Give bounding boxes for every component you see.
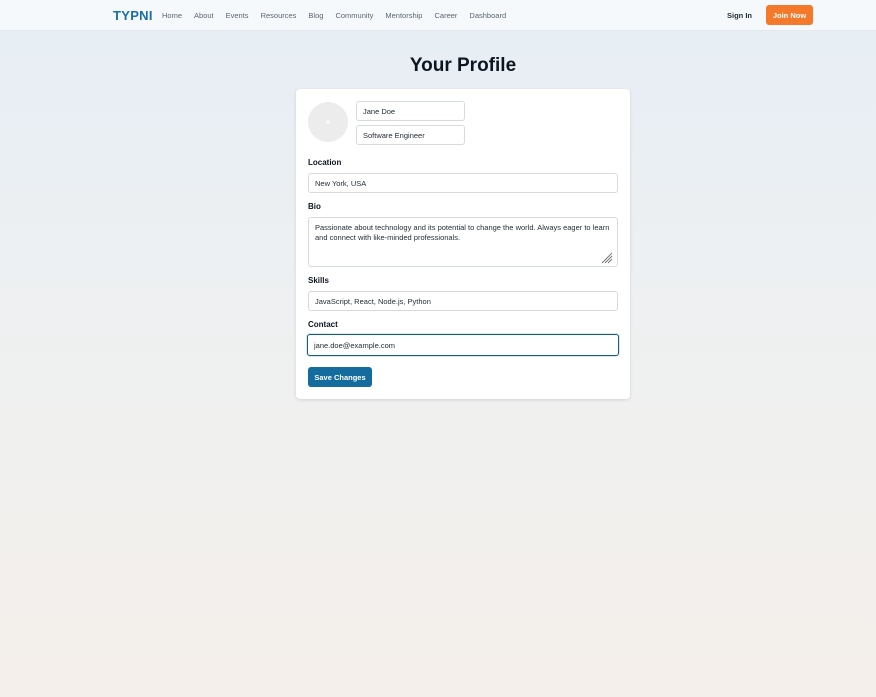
skills-label: Skills [308, 276, 329, 285]
resize-grip-icon[interactable] [601, 252, 613, 264]
location-input[interactable] [308, 173, 618, 193]
save-changes-button[interactable]: Save Changes [308, 367, 372, 387]
avatar-placeholder-icon [326, 120, 330, 124]
page-title: Your Profile [409, 55, 517, 76]
nav-links: Home About Events Resources Blog Communi… [162, 11, 518, 20]
nav-link-about[interactable]: About [194, 11, 214, 20]
skills-input[interactable] [308, 291, 618, 311]
bio-textarea[interactable]: Passionate about technology and its pote… [308, 217, 618, 267]
join-now-button[interactable]: Join Now [766, 5, 813, 25]
sign-in-link[interactable]: Sign In [727, 11, 752, 20]
contact-label: Contact [308, 320, 338, 329]
location-label: Location [308, 158, 342, 167]
bio-label: Bio [308, 202, 321, 211]
nav-link-blog[interactable]: Blog [308, 11, 323, 20]
brand-logo[interactable]: TYPNI [113, 8, 153, 23]
nav-link-career[interactable]: Career [434, 11, 457, 20]
nav-link-community[interactable]: Community [335, 11, 373, 20]
top-navbar: TYPNI Home About Events Resources Blog C… [0, 0, 876, 31]
nav-link-dashboard[interactable]: Dashboard [469, 11, 506, 20]
name-input[interactable] [356, 101, 465, 121]
avatar[interactable] [308, 102, 348, 142]
contact-input[interactable] [307, 334, 619, 356]
nav-link-mentorship[interactable]: Mentorship [385, 11, 422, 20]
nav-link-home[interactable]: Home [162, 11, 182, 20]
nav-link-resources[interactable]: Resources [261, 11, 297, 20]
nav-link-events[interactable]: Events [226, 11, 249, 20]
profile-card: Location Bio Passionate about technology… [296, 89, 630, 399]
job-title-input[interactable] [356, 125, 465, 145]
